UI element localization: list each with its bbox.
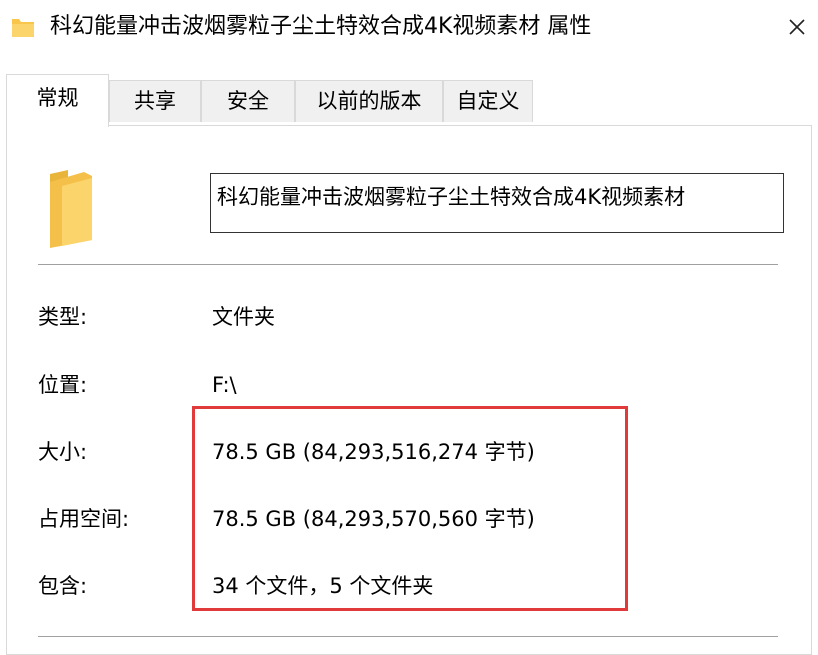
close-icon bbox=[789, 19, 805, 35]
highlight-box bbox=[192, 406, 628, 611]
large-folder-icon bbox=[50, 170, 92, 248]
contains-label: 包含: bbox=[38, 574, 88, 598]
tab-customize[interactable]: 自定义 bbox=[443, 80, 533, 122]
close-button[interactable] bbox=[776, 6, 816, 46]
location-value: F:\ bbox=[212, 373, 237, 397]
tab-strip: 常规 共享 安全 以前的版本 自定义 bbox=[6, 74, 806, 127]
window-title: 科幻能量冲击波烟雾粒子尘土特效合成4K视频素材 属性 bbox=[50, 14, 592, 39]
tab-sharing[interactable]: 共享 bbox=[109, 80, 201, 122]
type-label: 类型: bbox=[38, 305, 88, 329]
size-label: 大小: bbox=[38, 440, 88, 464]
tab-general[interactable]: 常规 bbox=[6, 74, 109, 127]
size-on-disk-label: 占用空间: bbox=[38, 507, 130, 531]
folder-icon bbox=[12, 19, 34, 37]
folder-name-input[interactable]: 科幻能量冲击波烟雾粒子尘土特效合成4K视频素材 bbox=[210, 173, 784, 233]
tab-previous-versions[interactable]: 以前的版本 bbox=[295, 80, 443, 122]
bottom-divider bbox=[38, 636, 778, 637]
tab-security[interactable]: 安全 bbox=[201, 80, 295, 122]
title-bar: 科幻能量冲击波烟雾粒子尘土特效合成4K视频素材 属性 bbox=[0, 0, 818, 56]
divider bbox=[38, 264, 778, 265]
location-label: 位置: bbox=[38, 373, 88, 397]
type-value: 文件夹 bbox=[212, 305, 275, 329]
